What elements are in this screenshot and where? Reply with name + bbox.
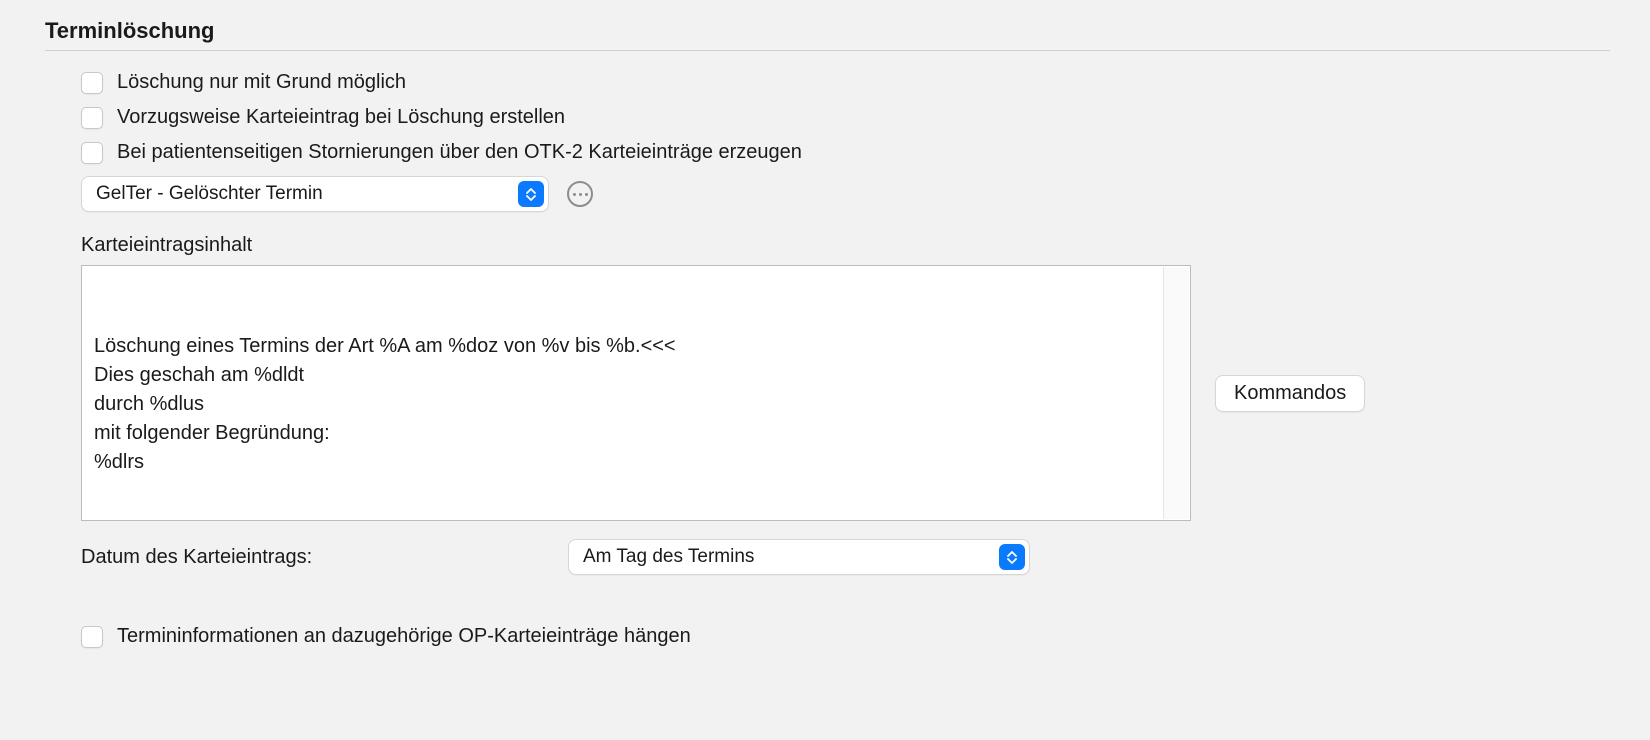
date-entry-select[interactable]: Am Tag des Termins	[568, 539, 1030, 575]
checkbox-row-reason-required[interactable]: Löschung nur mit Grund möglich	[81, 71, 1610, 94]
more-options-icon[interactable]	[567, 181, 593, 207]
content-label: Karteieintragsinhalt	[81, 234, 1610, 257]
checkbox-op-append[interactable]	[81, 626, 103, 648]
checkbox-label-prefer-entry: Vorzugsweise Karteieintrag bei Löschung …	[117, 106, 565, 129]
date-entry-value: Am Tag des Termins	[583, 546, 754, 568]
checkbox-label-otk2: Bei patientenseitigen Stornierungen über…	[117, 141, 802, 164]
checkbox-row-op-append[interactable]: Termininformationen an dazugehörige OP-K…	[81, 625, 1610, 648]
type-select[interactable]: GelTer - Gelöschter Termin	[81, 176, 549, 212]
checkbox-row-prefer-entry[interactable]: Vorzugsweise Karteieintrag bei Löschung …	[81, 106, 1610, 129]
commands-button[interactable]: Kommandos	[1215, 375, 1365, 412]
chevron-up-down-icon	[999, 544, 1025, 570]
content-text: Löschung eines Termins der Art %A am %do…	[94, 332, 1178, 477]
chevron-up-down-icon	[518, 181, 544, 207]
checkbox-prefer-entry[interactable]	[81, 107, 103, 129]
checkbox-otk2[interactable]	[81, 142, 103, 164]
scrollbar[interactable]	[1163, 267, 1189, 519]
content-textarea[interactable]: Löschung eines Termins der Art %A am %do…	[81, 265, 1191, 521]
checkbox-label-reason-required: Löschung nur mit Grund möglich	[117, 71, 406, 94]
type-select-value: GelTer - Gelöschter Termin	[96, 183, 323, 205]
checkbox-row-otk2[interactable]: Bei patientenseitigen Stornierungen über…	[81, 141, 1610, 164]
section-title: Terminlöschung	[45, 18, 1610, 51]
checkbox-reason-required[interactable]	[81, 72, 103, 94]
checkbox-label-op-append: Termininformationen an dazugehörige OP-K…	[117, 625, 691, 648]
